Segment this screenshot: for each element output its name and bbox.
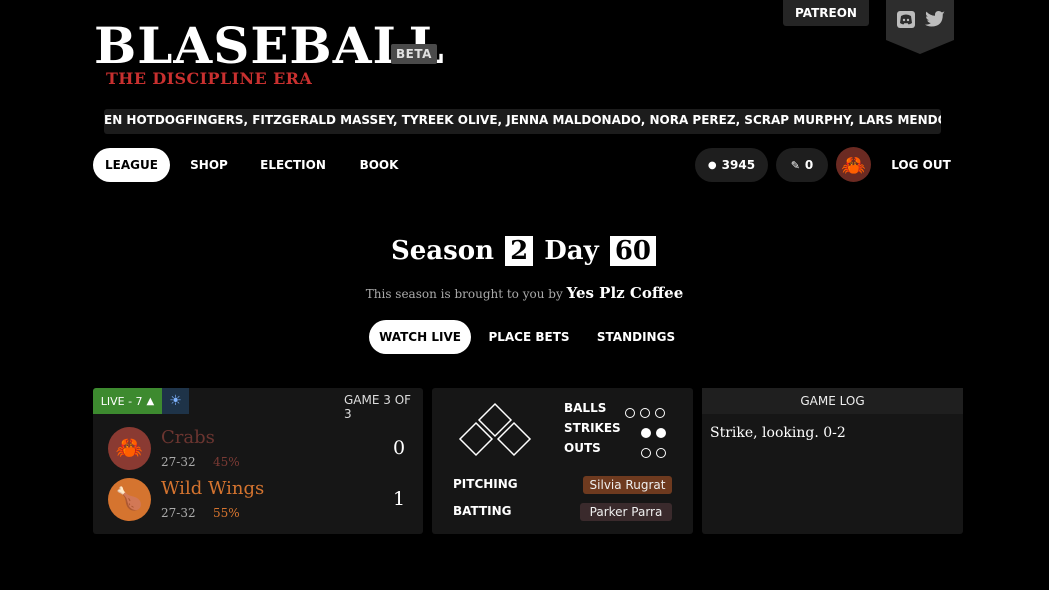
batter-tag[interactable]: Parker Parra: [580, 503, 672, 521]
batting-label: BATTING: [453, 504, 512, 518]
home-team-record: 27-32: [161, 506, 196, 520]
weather-sun-icon: ☀: [162, 388, 189, 414]
away-team-name[interactable]: Crabs: [161, 427, 215, 448]
live-badge: LIVE - 7 ▲: [93, 388, 162, 414]
home-team-odds: 55%: [213, 506, 240, 520]
live-label: LIVE - 7: [100, 394, 143, 408]
votes-value: 0: [804, 158, 814, 172]
crab-icon: 🦀: [108, 427, 151, 470]
nav-book[interactable]: BOOK: [350, 148, 408, 182]
social-panel-tip: [886, 40, 954, 54]
home-team-name[interactable]: Wild Wings: [161, 478, 264, 499]
day-label: Day: [544, 236, 599, 266]
sponsor-prefix: This season is brought to you by: [365, 287, 563, 301]
out-dot: [641, 448, 651, 458]
ball-dot: [655, 408, 665, 418]
votes-counter[interactable]: ✎ 0: [776, 148, 828, 182]
game-log-text: Strike, looking. 0-2: [710, 425, 846, 441]
avatar[interactable]: 🦀: [836, 147, 871, 182]
pitching-label: PITCHING: [453, 477, 518, 491]
ticket-icon: ✎: [790, 158, 800, 172]
game-log-title: GAME LOG: [702, 388, 963, 414]
bases-diamond-icon: [458, 402, 532, 457]
game-of-label: GAME 3 OF 3: [344, 393, 412, 421]
season-heading: Season 2 Day 60: [0, 236, 1049, 266]
nav-league[interactable]: LEAGUE: [93, 148, 170, 182]
tab-watch-live[interactable]: WATCH LIVE: [369, 320, 471, 354]
strikes-label: STRIKES: [564, 421, 621, 435]
outs-indicator: [636, 443, 666, 462]
ticker-text: EN HOTDOGFINGERS, FITZGERALD MASSEY, TYR…: [104, 113, 941, 127]
crab-icon: 🦀: [841, 152, 866, 177]
away-score: 0: [393, 437, 406, 459]
triangle-up-icon: ▲: [146, 395, 155, 407]
balls-indicator: [620, 403, 665, 422]
away-team-record: 27-32: [161, 455, 196, 469]
era-subtitle: THE DISCIPLINE ERA: [106, 69, 313, 88]
season-number: 2: [505, 236, 534, 266]
news-ticker: EN HOTDOGFINGERS, FITZGERALD MASSEY, TYR…: [104, 109, 941, 134]
coins-counter[interactable]: ● 3945: [695, 148, 768, 182]
beta-badge: BETA: [391, 44, 437, 64]
strikes-indicator: [636, 423, 666, 442]
chicken-leg-icon: 🍗: [108, 478, 151, 521]
sponsor-line: This season is brought to you by Yes Plz…: [0, 284, 1049, 302]
strike-dot: [641, 428, 651, 438]
logout-button[interactable]: LOG OUT: [882, 148, 960, 182]
strike-dot: [656, 428, 666, 438]
away-team-odds: 45%: [213, 455, 240, 469]
season-label: Season: [390, 236, 495, 266]
coin-icon: ●: [707, 159, 717, 171]
home-score: 1: [393, 488, 406, 510]
out-dot: [656, 448, 666, 458]
pitcher-tag[interactable]: Silvia Rugrat: [583, 476, 672, 494]
ball-dot: [625, 408, 635, 418]
patreon-button[interactable]: PATREON: [783, 0, 869, 26]
balls-label: BALLS: [564, 401, 607, 415]
sponsor-name: Yes Plz Coffee: [566, 284, 684, 302]
tab-standings[interactable]: STANDINGS: [590, 320, 682, 354]
outs-label: OUTS: [564, 441, 601, 455]
coins-value: 3945: [721, 158, 756, 172]
nav-shop[interactable]: SHOP: [180, 148, 238, 182]
day-number: 60: [609, 236, 657, 266]
discord-icon[interactable]: [897, 11, 915, 28]
ball-dot: [640, 408, 650, 418]
tab-place-bets[interactable]: PLACE BETS: [484, 320, 574, 354]
nav-election[interactable]: ELECTION: [252, 148, 334, 182]
twitter-icon[interactable]: [925, 11, 945, 28]
